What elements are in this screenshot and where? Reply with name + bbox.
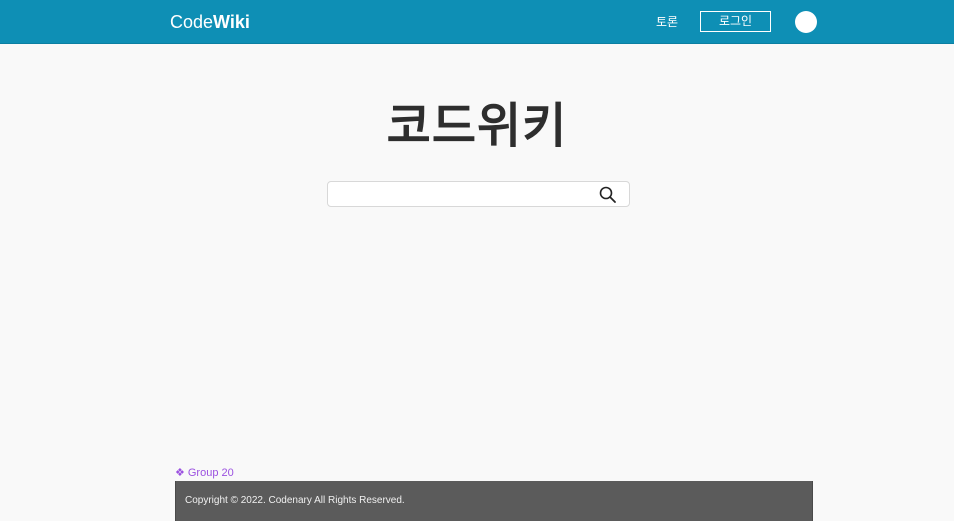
site-logo[interactable]: CodeWiki [170, 11, 250, 33]
logo-text-wiki: Wiki [213, 12, 250, 32]
page-title: 코드위키 [386, 98, 568, 154]
search-input[interactable] [334, 184, 594, 204]
search-icon[interactable] [598, 185, 618, 205]
login-button[interactable]: 로그인 [700, 11, 771, 32]
logo-text-code: Code [170, 12, 214, 32]
group-label: ❖ Group 20 [175, 466, 234, 480]
search-bar [327, 181, 630, 207]
nav-link-discussion[interactable]: 토론 [656, 14, 678, 30]
avatar[interactable] [795, 11, 817, 33]
group-label-text: Group 20 [187, 467, 234, 479]
component-diamond-icon: ❖ [175, 467, 185, 479]
top-navigation-bar: CodeWiki 토론 로그인 [0, 0, 954, 44]
footer-copyright: Copyright © 2022. Codenary All Rights Re… [185, 495, 405, 506]
footer: Copyright © 2022. Codenary All Rights Re… [175, 481, 813, 521]
